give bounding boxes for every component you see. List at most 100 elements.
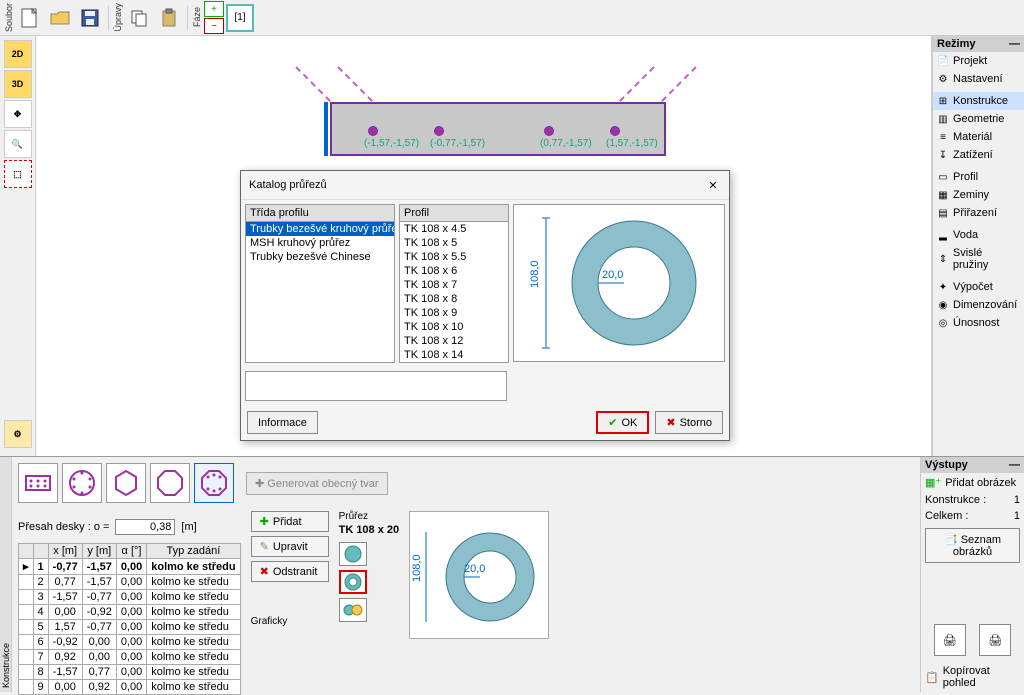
coord-label: (-1,57,-1,57) — [364, 138, 419, 149]
mode-item-zeminy[interactable]: ▦Zeminy — [933, 186, 1024, 204]
mode-item-projekt[interactable]: 📄Projekt — [933, 52, 1024, 70]
overhang-label: Přesah desky : o = — [18, 521, 109, 533]
dimension-line-left — [324, 102, 328, 156]
new-file-icon[interactable] — [16, 4, 44, 32]
mode-item-dimenzování[interactable]: ◉Dimenzování — [933, 296, 1024, 314]
view-3d-button[interactable]: 3D — [4, 70, 32, 98]
profile-item[interactable]: TK 108 x 8 — [400, 292, 508, 306]
phase-remove-button[interactable]: − — [204, 18, 224, 34]
phase-tab-1[interactable]: [1] — [226, 4, 254, 32]
add-button[interactable]: ✚Přidat — [251, 511, 329, 532]
remove-button[interactable]: ✖Odstranit — [251, 561, 329, 582]
minimize-icon[interactable]: — — [1009, 459, 1020, 471]
edit-button[interactable]: ✎Upravit — [251, 536, 329, 557]
pile-node[interactable] — [610, 126, 620, 136]
print-pdf-icon[interactable]: 🖨 — [979, 624, 1011, 656]
coord-table[interactable]: x [m]y [m]α [°]Typ zadání ▸1-0,77-1,570,… — [18, 543, 241, 695]
table-row[interactable]: 6-0,920,000,00kolmo ke středu — [19, 635, 241, 650]
class-item[interactable]: MSH kruhový průřez — [246, 236, 394, 250]
mode-item-voda[interactable]: ▂Voda — [933, 226, 1024, 244]
coord-label: (0,77,-1,57) — [540, 138, 592, 149]
paste-icon[interactable] — [155, 4, 183, 32]
profile-item[interactable]: TK 108 x 5 — [400, 236, 508, 250]
zoom-tool-icon[interactable]: 🔍 — [4, 130, 32, 158]
profile-preview: 108,0 20,0 — [409, 511, 549, 639]
coord-label: (-0,77,-1,57) — [430, 138, 485, 149]
mode-item-svislé pružiny[interactable]: ⇕Svislé pružiny — [933, 244, 1024, 274]
copy-icon[interactable] — [125, 4, 153, 32]
profile-name: TK 108 x 20 — [339, 524, 400, 536]
profile-class-list[interactable]: Trubky bezešvé kruhový průřezMSH kruhový… — [246, 222, 394, 362]
mode-item-profil[interactable]: ▭Profil — [933, 168, 1024, 186]
table-row[interactable]: ▸1-0,77-1,570,00kolmo ke středu — [19, 559, 241, 575]
profile-type-tube-icon[interactable] — [339, 570, 367, 594]
mode-item-konstrukce[interactable]: ⊞Konstrukce — [933, 92, 1024, 110]
catalog-dialog: Katalog průřezů ✕ Třída profilu Trubky b… — [240, 170, 730, 441]
table-row[interactable]: 51,57-0,770,00kolmo ke středu — [19, 620, 241, 635]
thick-dim-label: 20,0 — [602, 269, 623, 281]
copy-view-button[interactable]: 📋Kopírovat pohled — [921, 662, 1024, 692]
mode-item-výpočet[interactable]: ✦Výpočet — [933, 278, 1024, 296]
top-toolbar: Soubor Úpravy Fáze + − [1] — [0, 0, 1024, 36]
shape-oct-button[interactable] — [150, 463, 190, 503]
profile-item[interactable]: TK 108 x 7 — [400, 278, 508, 292]
mode-item-únosnost[interactable]: ◎Únosnost — [933, 314, 1024, 332]
phase-add-button[interactable]: + — [204, 1, 224, 17]
image-list-button[interactable]: 📑 Seznam obrázků — [925, 528, 1020, 563]
print-icon[interactable]: 🖨 — [934, 624, 966, 656]
settings-gear-icon[interactable]: ⚙ — [4, 420, 32, 448]
table-row[interactable]: 40,00-0,920,00kolmo ke středu — [19, 605, 241, 620]
profile-item[interactable]: TK 108 x 4.5 — [400, 222, 508, 236]
svg-text:108,0: 108,0 — [411, 554, 423, 582]
profile-item[interactable]: TK 108 x 10 — [400, 320, 508, 334]
minimize-icon[interactable]: — — [1009, 38, 1020, 50]
left-toolbar: 2D 3D ✥ 🔍 ⬚ ⚙ — [0, 36, 36, 456]
shape-hex-button[interactable] — [106, 463, 146, 503]
close-icon[interactable]: ✕ — [705, 177, 721, 193]
profile-section-header: Průřez — [339, 511, 400, 522]
mode-item-zatížení[interactable]: ↧Zatížení — [933, 146, 1024, 164]
mode-item-geometrie[interactable]: ▥Geometrie — [933, 110, 1024, 128]
profile-type-pair-icon[interactable] — [339, 598, 367, 622]
table-row[interactable]: 90,000,920,00kolmo ke středu — [19, 680, 241, 695]
info-button[interactable]: Informace — [247, 411, 318, 434]
cancel-button[interactable]: ✖Storno — [655, 411, 723, 434]
shape-rect-button[interactable] — [18, 463, 58, 503]
table-row[interactable]: 20,77-1,570,00kolmo ke středu — [19, 575, 241, 590]
view-2d-button[interactable]: 2D — [4, 40, 32, 68]
shape-circle-button[interactable] — [62, 463, 102, 503]
ok-button[interactable]: ✔OK — [596, 411, 649, 434]
pile-node[interactable] — [434, 126, 444, 136]
dialog-title: Katalog průřezů — [249, 179, 327, 191]
profile-item[interactable]: TK 108 x 12 — [400, 334, 508, 348]
pile-node[interactable] — [544, 126, 554, 136]
pile-node[interactable] — [368, 126, 378, 136]
svg-text:20,0: 20,0 — [464, 563, 485, 575]
overhang-input[interactable] — [115, 519, 175, 535]
move-tool-icon[interactable]: ✥ — [4, 100, 32, 128]
profile-item[interactable]: TK 108 x 14 — [400, 348, 508, 362]
info-text-area — [245, 371, 507, 401]
mode-item-nastavení[interactable]: ⚙Nastavení — [933, 70, 1024, 88]
outputs-konstrukce-value: 1 — [1014, 494, 1020, 506]
class-item[interactable]: Trubky bezešvé Chinese — [246, 250, 394, 264]
shape-oct2-button[interactable] — [194, 463, 234, 503]
profile-item[interactable]: TK 108 x 9 — [400, 306, 508, 320]
profile-item[interactable]: TK 108 x 6 — [400, 264, 508, 278]
open-file-icon[interactable] — [46, 4, 74, 32]
profile-type-solid-icon[interactable] — [339, 542, 367, 566]
mode-item-přiřazení[interactable]: ▤Přiřazení — [933, 204, 1024, 222]
modes-header: Režimy — [937, 38, 976, 50]
save-file-icon[interactable] — [76, 4, 104, 32]
class-item[interactable]: Trubky bezešvé kruhový průřez — [246, 222, 394, 236]
table-row[interactable]: 3-1,57-0,770,00kolmo ke středu — [19, 590, 241, 605]
table-row[interactable]: 8-1,570,770,00kolmo ke středu — [19, 665, 241, 680]
profile-list[interactable]: TK 108 x 4.5TK 108 x 5TK 108 x 5.5TK 108… — [400, 222, 508, 362]
table-row[interactable]: 70,920,000,00kolmo ke středu — [19, 650, 241, 665]
profile-item[interactable]: TK 108 x 5.5 — [400, 250, 508, 264]
select-tool-icon[interactable]: ⬚ — [4, 160, 32, 188]
overhang-unit: [m] — [181, 521, 196, 533]
add-image-button[interactable]: ▦⁺Přidat obrázek — [921, 473, 1024, 492]
generate-shape-button[interactable]: ✚ Generovat obecný tvar — [246, 472, 388, 495]
mode-item-materiál[interactable]: ≡Materiál — [933, 128, 1024, 146]
